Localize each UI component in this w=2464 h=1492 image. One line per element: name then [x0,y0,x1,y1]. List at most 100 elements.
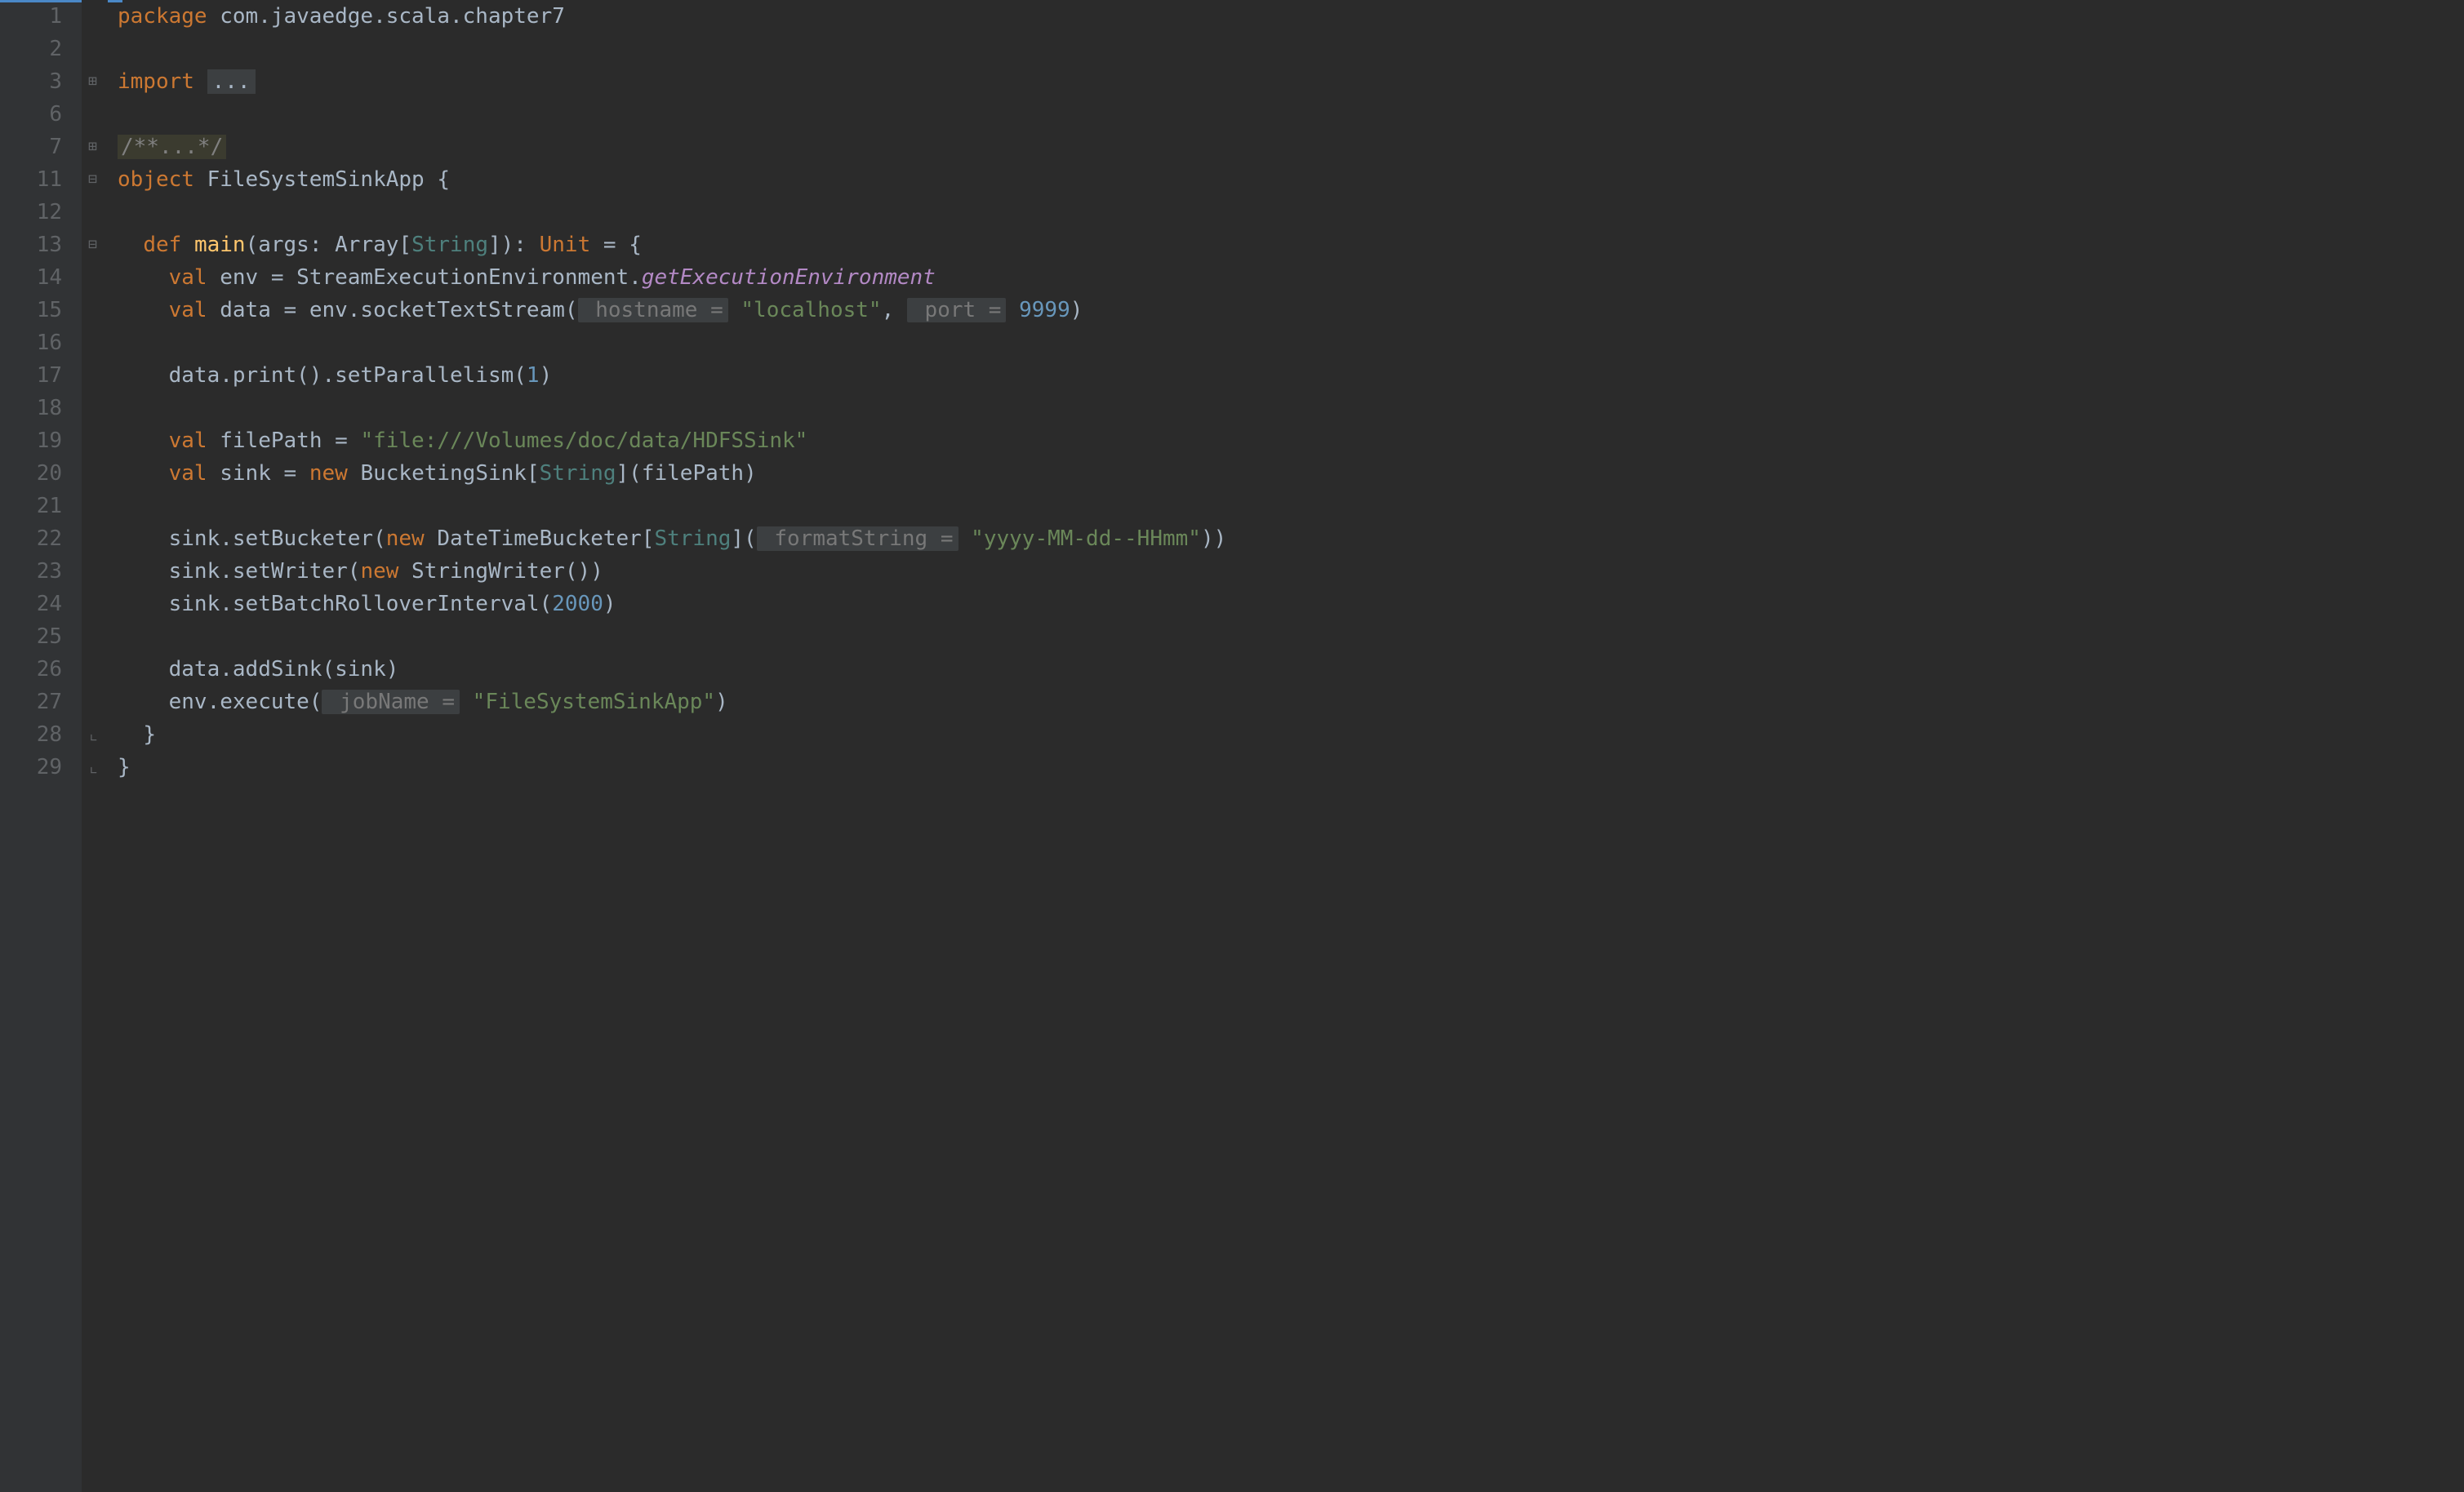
code-line[interactable]: val filePath = "file:///Volumes/doc/data… [118,424,2464,457]
type-string: String [654,526,731,551]
sink-decl: sink = [207,461,309,486]
method-call: sink.setBucketer( [169,526,386,551]
fold-column [82,0,108,1492]
code-line[interactable]: sink.setBatchRolloverInterval(2000) [118,588,2464,620]
line-number: 22 [0,522,82,555]
comma: , [882,298,907,322]
line-number: 7 [0,131,82,163]
string-literal: "yyyy-MM-dd--HHmm" [971,526,1201,551]
code-line[interactable]: val sink = new BucketingSink[String](fil… [118,457,2464,490]
code-line[interactable]: object FileSystemSinkApp { [118,163,2464,196]
line-number: 25 [0,620,82,653]
param-hint-port: port = [907,298,1007,322]
line-number: 20 [0,457,82,490]
code-line[interactable]: /**...*/ [118,131,2464,163]
class-name: DateTimeBucketer[ [425,526,655,551]
keyword-val: val [169,298,207,322]
function-name-main: main [194,233,246,257]
line-number: 29 [0,751,82,784]
folded-doc-comment[interactable]: /**...*/ [118,135,226,159]
class-name: StringWriter()) [398,559,603,584]
close-brace: } [143,722,156,747]
sig: (args: [246,233,336,257]
keyword-val: val [169,461,207,486]
method-call: data.addSink(sink) [169,657,399,682]
code-line[interactable] [118,620,2464,653]
code-line[interactable]: def main(args: Array[String]): Unit = { [118,229,2464,261]
line-number: 19 [0,424,82,457]
code-line[interactable]: env.execute( jobName = "FileSystemSinkAp… [118,686,2464,718]
type-string: String [540,461,616,486]
data-decl: data = env.socketTextStream( [207,298,578,322]
keyword-package: package [118,4,207,29]
code-line[interactable]: val env = StreamExecutionEnvironment.get… [118,261,2464,294]
code-line[interactable]: val data = env.socketTextStream( hostnam… [118,294,2464,326]
string-literal: "FileSystemSinkApp" [473,690,715,714]
line-number: 23 [0,555,82,588]
line-number: 1 [0,0,82,33]
rparen: )) [1201,526,1226,551]
eq-brace: = { [590,233,642,257]
code-line[interactable] [118,196,2464,229]
line-number: 21 [0,490,82,522]
close: ](filePath) [616,461,757,486]
code-editor[interactable]: 1 2 3 6 7 11 12 13 14 15 16 17 18 19 20 … [0,0,2464,1492]
fold-expanded-icon[interactable] [88,163,97,196]
env-decl: env = StreamExecutionEnvironment. [207,265,642,290]
line-number: 26 [0,653,82,686]
code-line[interactable]: sink.setWriter(new StringWriter()) [118,555,2464,588]
code-area[interactable]: package com.javaedge.scala.chapter7 impo… [108,0,2464,1492]
string-literal: "file:///Volumes/doc/data/HDFSSink" [360,429,807,453]
fold-collapsed-icon[interactable] [88,65,97,98]
filepath-decl: filePath = [207,429,361,453]
line-number: 18 [0,392,82,424]
keyword-new: new [386,526,425,551]
line-number: 14 [0,261,82,294]
code-line[interactable]: } [118,751,2464,784]
code-line[interactable] [118,392,2464,424]
code-line[interactable] [118,98,2464,131]
fold-end-icon[interactable] [88,718,99,751]
code-line[interactable]: package com.javaedge.scala.chapter7 [118,0,2464,33]
line-number: 13 [0,229,82,261]
sig-close: ]): [488,233,540,257]
line-number: 15 [0,294,82,326]
keyword-new: new [360,559,398,584]
code-line[interactable] [118,490,2464,522]
type-string: String [411,233,488,257]
static-method-call: getExecutionEnvironment [642,265,936,290]
method-call: data.print().setParallelism( [169,363,527,388]
package-path: com.javaedge.scala.chapter7 [207,4,565,29]
param-hint-formatstring: formatString = [757,526,958,551]
code-line[interactable] [118,33,2464,65]
gutter: 1 2 3 6 7 11 12 13 14 15 16 17 18 19 20 … [0,0,82,1492]
line-number: 3 [0,65,82,98]
number-literal: 2000 [552,592,603,616]
line-number: 2 [0,33,82,65]
method-call: env.execute( [169,690,322,714]
close-brace: } [118,755,131,779]
line-number: 27 [0,686,82,718]
string-literal: "localhost" [741,298,881,322]
code-line[interactable] [118,326,2464,359]
rparen: ) [540,363,553,388]
line-number: 24 [0,588,82,620]
code-line[interactable]: data.print().setParallelism(1) [118,359,2464,392]
folded-import-block[interactable]: ... [207,69,256,94]
object-name: FileSystemSinkApp { [194,167,450,192]
code-line[interactable]: import ... [118,65,2464,98]
code-line[interactable]: } [118,718,2464,751]
method-call: sink.setBatchRolloverInterval( [169,592,553,616]
code-line[interactable]: data.addSink(sink) [118,653,2464,686]
number-literal: 9999 [1019,298,1070,322]
code-line[interactable]: sink.setBucketer(new DateTimeBucketer[St… [118,522,2464,555]
fold-expanded-icon[interactable] [88,229,97,261]
param-hint-jobname: jobName = [322,690,460,714]
line-number: 28 [0,718,82,751]
type-unit: Unit [540,233,591,257]
close: ]( [731,526,756,551]
fold-collapsed-icon[interactable] [88,131,97,163]
fold-end-icon[interactable] [88,751,99,784]
line-number: 17 [0,359,82,392]
number-literal: 1 [527,363,540,388]
